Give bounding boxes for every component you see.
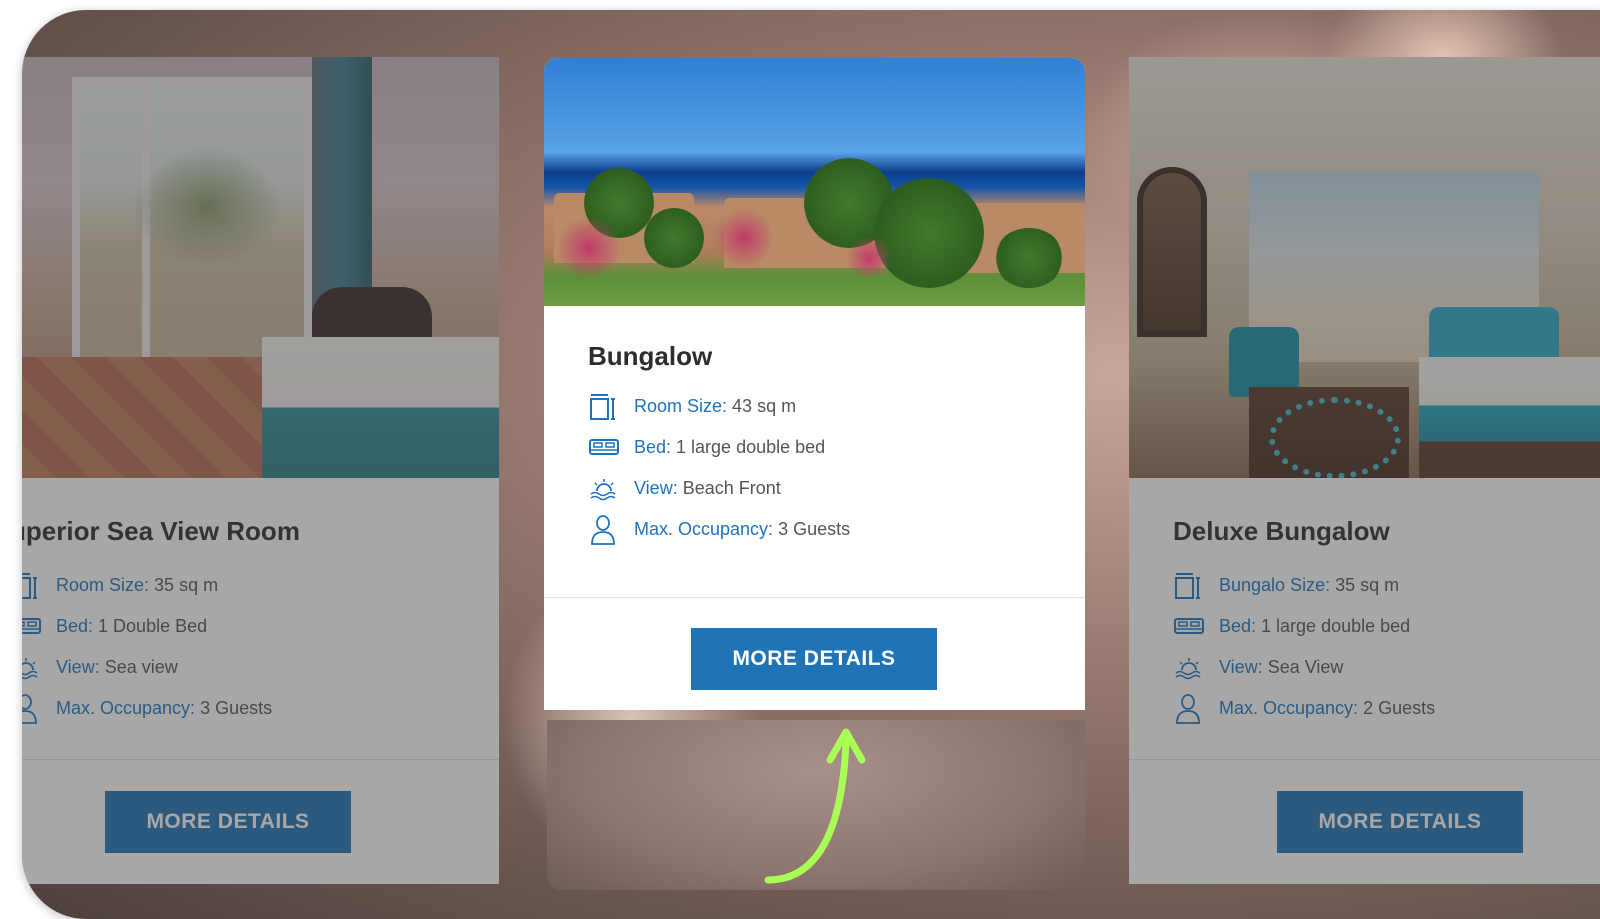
room-size-icon bbox=[588, 392, 622, 422]
room-size-icon bbox=[1173, 571, 1207, 601]
more-details-button[interactable]: MORE DETAILS bbox=[691, 628, 937, 690]
occupancy-icon bbox=[22, 693, 44, 724]
card-divider bbox=[1129, 759, 1600, 760]
feature-view: View: Beach Front bbox=[588, 468, 1085, 509]
bed-icon bbox=[588, 433, 622, 463]
room-photo bbox=[22, 57, 499, 478]
room-title: Bungalow bbox=[588, 341, 713, 371]
room-photo bbox=[544, 58, 1085, 306]
feature-view: View: Sea view bbox=[22, 647, 499, 688]
card-divider bbox=[22, 759, 499, 760]
feature-list: Bungalo Size: 35 sq m Bed: 1 large doubl… bbox=[1173, 565, 1600, 729]
feature-bed: Bed: 1 large double bed bbox=[1173, 606, 1600, 647]
bed-icon bbox=[1173, 612, 1207, 642]
feature-room-size: Bungalo Size: 35 sq m bbox=[1173, 565, 1600, 606]
occupancy-icon bbox=[588, 514, 622, 545]
more-details-button[interactable]: MORE DETAILS bbox=[105, 791, 351, 853]
room-card-bungalow[interactable]: Bungalow Room Size: 43 sq m Bed: 1 large… bbox=[544, 58, 1085, 710]
feature-occupancy: Max. Occupancy: 3 Guests bbox=[588, 509, 1085, 550]
room-size-icon bbox=[22, 571, 44, 601]
bed-icon bbox=[22, 612, 44, 642]
more-details-button[interactable]: MORE DETAILS bbox=[1277, 791, 1523, 853]
card-divider bbox=[544, 597, 1085, 598]
feature-room-size: Room Size: 35 sq m bbox=[22, 565, 499, 606]
feature-list: Room Size: 35 sq m Bed: 1 Double Bed Vie… bbox=[22, 565, 499, 729]
feature-occupancy: Max. Occupancy: 3 Guests bbox=[22, 688, 499, 729]
view-icon bbox=[1173, 653, 1207, 683]
view-icon bbox=[588, 474, 622, 504]
room-title: Deluxe Bungalow bbox=[1173, 516, 1390, 546]
feature-room-size: Room Size: 43 sq m bbox=[588, 386, 1085, 427]
feature-list: Room Size: 43 sq m Bed: 1 large double b… bbox=[588, 386, 1085, 550]
feature-occupancy: Max. Occupancy: 2 Guests bbox=[1173, 688, 1600, 729]
pointer-arrow-icon bbox=[764, 728, 866, 884]
room-card-superior-sea-view[interactable]: uperior Sea View Room Room Size: 35 sq m… bbox=[22, 57, 499, 884]
feature-view: View: Sea View bbox=[1173, 647, 1600, 688]
room-card-deluxe-bungalow[interactable]: Deluxe Bungalow Bungalo Size: 35 sq m Be… bbox=[1129, 57, 1600, 884]
room-title: uperior Sea View Room bbox=[22, 516, 300, 546]
view-icon bbox=[22, 653, 44, 683]
occupancy-icon bbox=[1173, 693, 1207, 724]
feature-bed: Bed: 1 Double Bed bbox=[22, 606, 499, 647]
feature-bed: Bed: 1 large double bed bbox=[588, 427, 1085, 468]
room-photo bbox=[1129, 57, 1600, 478]
